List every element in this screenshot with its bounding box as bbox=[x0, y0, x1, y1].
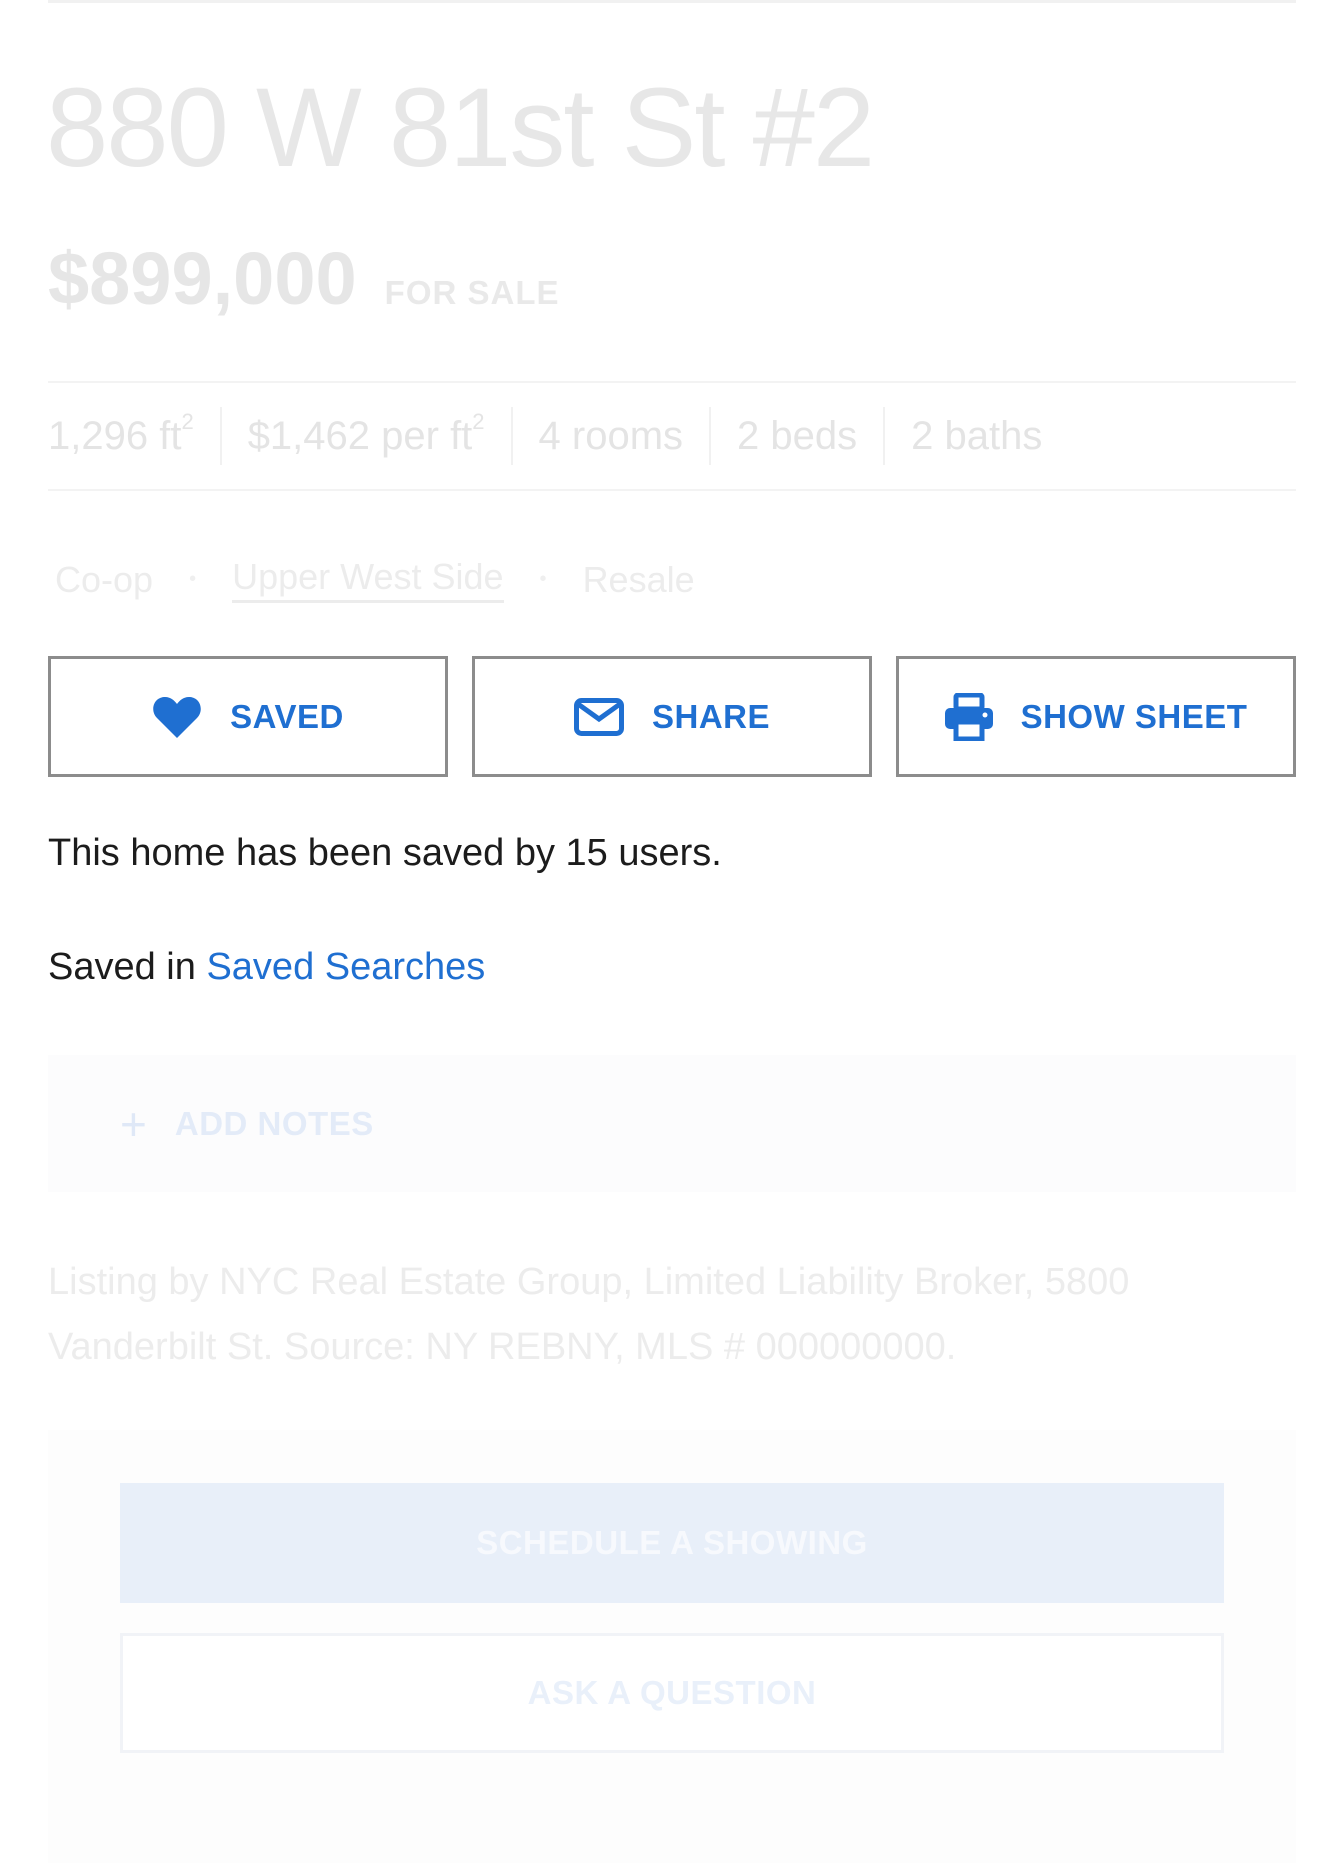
printer-icon bbox=[944, 692, 993, 741]
saved-button[interactable]: SAVED bbox=[48, 656, 448, 777]
show-sheet-button[interactable]: SHOW SHEET bbox=[896, 656, 1296, 777]
envelope-icon bbox=[573, 697, 624, 736]
stat-baths: 2 baths bbox=[883, 407, 1068, 465]
stat-area-value: 1,296 ft bbox=[48, 414, 182, 458]
saved-count-text: This home has been saved by 15 users. bbox=[48, 832, 722, 874]
price-row: $899,000 FOR SALE bbox=[48, 242, 560, 316]
stat-price-per-area: $1,462 per ft2 bbox=[219, 407, 511, 465]
schedule-showing-button[interactable]: SCHEDULE A SHOWING bbox=[120, 1483, 1224, 1603]
saved-in-text: Saved in Saved Searches bbox=[48, 946, 485, 989]
contact-panel: SCHEDULE A SHOWING ASK A QUESTION bbox=[48, 1430, 1296, 1863]
tag-property-type: Co-op bbox=[55, 558, 154, 600]
ask-question-button[interactable]: ASK A QUESTION bbox=[120, 1633, 1224, 1753]
listing-address: 880 W 81st St #2 bbox=[46, 65, 875, 190]
tag-sale-type: Resale bbox=[582, 558, 695, 600]
tag-separator: • bbox=[539, 568, 547, 590]
heart-icon bbox=[152, 695, 202, 739]
stat-rooms: 4 rooms bbox=[510, 407, 710, 465]
stat-area: 1,296 ft2 bbox=[48, 407, 220, 465]
add-notes-button[interactable]: + ADD NOTES bbox=[48, 1055, 1296, 1192]
listing-price: $899,000 bbox=[48, 237, 357, 320]
stat-price-per-unit-sup: 2 bbox=[472, 409, 485, 434]
listing-tags: Co-op • Upper West Side • Resale bbox=[55, 556, 695, 603]
tag-neighborhood-link[interactable]: Upper West Side bbox=[232, 556, 504, 603]
share-button[interactable]: SHARE bbox=[472, 656, 872, 777]
stat-area-unit-sup: 2 bbox=[181, 409, 194, 434]
stat-beds: 2 beds bbox=[709, 407, 883, 465]
plus-icon: + bbox=[120, 1097, 147, 1150]
listing-stats: 1,296 ft2 $1,462 per ft2 4 rooms 2 beds … bbox=[48, 381, 1296, 491]
tag-separator: • bbox=[189, 568, 197, 590]
listing-status: FOR SALE bbox=[384, 274, 560, 311]
share-button-label: SHARE bbox=[651, 697, 771, 735]
add-notes-label: ADD NOTES bbox=[174, 1104, 374, 1142]
listing-source-info: Listing by NYC Real Estate Group, Limite… bbox=[48, 1261, 1130, 1368]
saved-in-prefix: Saved in bbox=[48, 946, 196, 988]
action-buttons: SAVED SHARE SHOW SHEET bbox=[48, 656, 1296, 777]
stat-price-per-value: $1,462 per ft bbox=[247, 414, 473, 458]
top-divider bbox=[48, 0, 1296, 3]
show-sheet-button-label: SHOW SHEET bbox=[1020, 697, 1248, 735]
saved-searches-link[interactable]: Saved Searches bbox=[206, 946, 485, 988]
saved-button-label: SAVED bbox=[230, 697, 344, 735]
